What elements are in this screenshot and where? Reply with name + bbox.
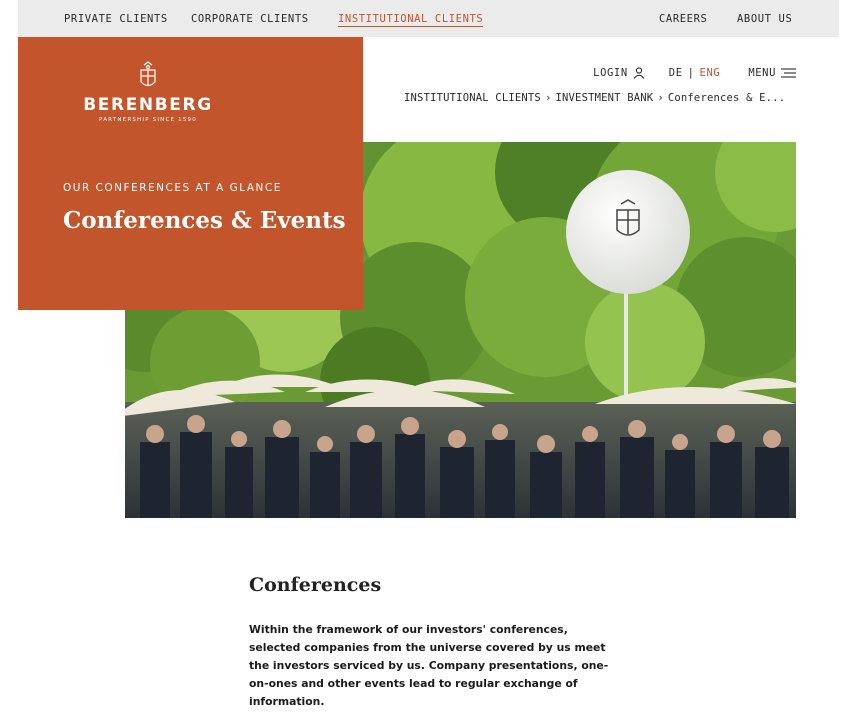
- breadcrumb-separator: ›: [657, 92, 664, 104]
- menu-label: MENU: [748, 67, 776, 79]
- nav-careers[interactable]: CAREERS: [659, 13, 707, 25]
- nav-about-us[interactable]: ABOUT US: [737, 13, 792, 25]
- breadcrumb-separator: ›: [544, 92, 552, 104]
- language-switcher: DE | ENG: [669, 67, 721, 79]
- utility-navigation: LOGIN DE | ENG MENU: [593, 67, 796, 79]
- brand-tagline: PARTNERSHIP SINCE 1590: [99, 117, 197, 123]
- hamburger-icon: [781, 68, 796, 78]
- menu-button[interactable]: MENU: [748, 67, 796, 79]
- intro-text: Within the framework of our investors' c…: [249, 623, 609, 708]
- login-link[interactable]: LOGIN: [593, 67, 645, 79]
- language-separator: |: [687, 67, 695, 79]
- language-eng[interactable]: ENG: [700, 67, 721, 79]
- brand-name: BERENBERG: [83, 95, 213, 115]
- breadcrumb-institutional-clients[interactable]: INSTITUTIONAL CLIENTS: [404, 92, 541, 104]
- hero-kicker: OUR CONFERENCES AT A GLANCE: [63, 182, 282, 194]
- nav-private-clients[interactable]: PRIVATE CLIENTS: [64, 13, 168, 25]
- login-label: LOGIN: [593, 67, 628, 79]
- breadcrumb-investment-bank[interactable]: INVESTMENT BANK: [555, 92, 653, 104]
- brand-panel: BERENBERG PARTNERSHIP SINCE 1590 OUR CON…: [18, 37, 363, 310]
- breadcrumb-current: Conferences & E...: [667, 92, 786, 104]
- breadcrumb: INSTITUTIONAL CLIENTS › INVESTMENT BANK › Co…: [404, 92, 796, 104]
- page-title: Conferences & Events: [63, 207, 346, 234]
- language-de[interactable]: DE: [669, 67, 683, 79]
- top-navigation: PRIVATE CLIENTS CORPORATE CLIENTS INSTIT…: [18, 0, 839, 37]
- nav-institutional-clients[interactable]: INSTITUTIONAL CLIENTS: [338, 13, 484, 27]
- berenberg-logo[interactable]: BERENBERG PARTNERSHIP SINCE 1590: [63, 61, 233, 123]
- nav-corporate-clients[interactable]: CORPORATE CLIENTS: [191, 13, 309, 25]
- section-title: Conferences: [249, 574, 382, 596]
- user-icon: [633, 67, 645, 79]
- crest-icon: [140, 61, 156, 87]
